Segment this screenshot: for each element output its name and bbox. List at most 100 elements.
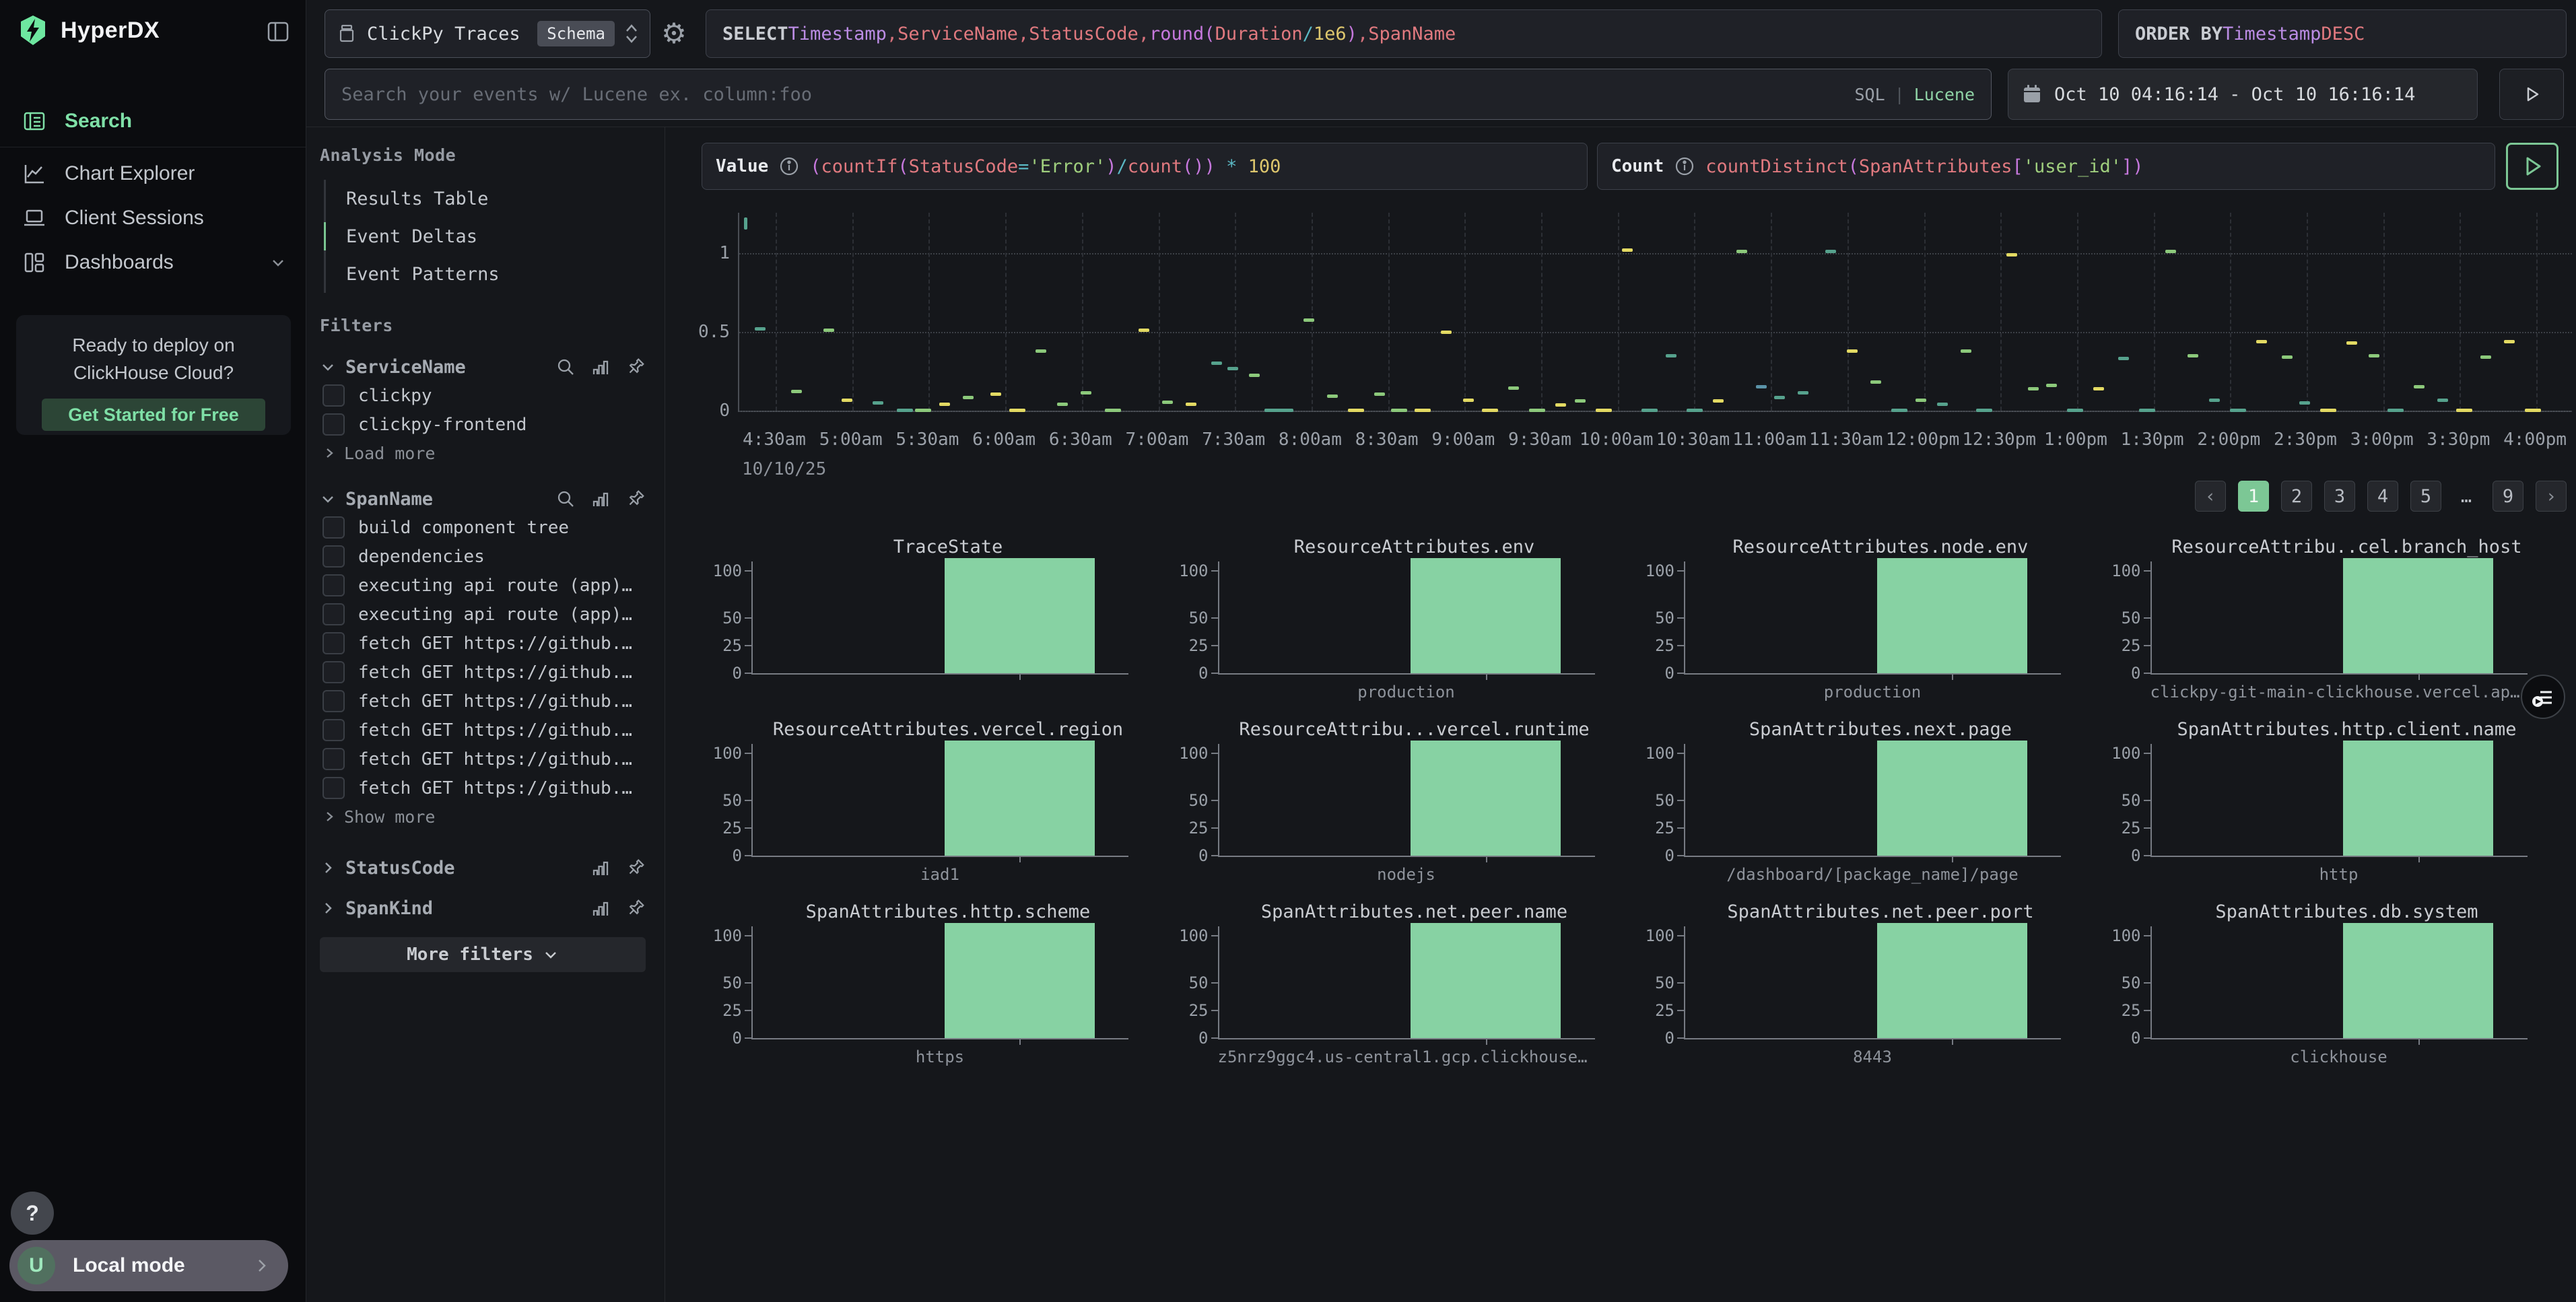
delta-data-point[interactable] <box>1622 248 1633 252</box>
attribute-chart[interactable]: ResourceAttribu...vercel.runtime10050250… <box>1168 716 1634 898</box>
pin-icon[interactable] <box>625 489 646 509</box>
delta-data-point[interactable] <box>2369 354 2379 357</box>
lucene-mode-toggle[interactable]: Lucene <box>1914 85 1975 104</box>
delta-data-point[interactable] <box>1036 349 1046 353</box>
sidebar-collapse-icon[interactable] <box>265 19 291 44</box>
delta-data-point[interactable] <box>1105 409 1121 412</box>
delta-data-point[interactable] <box>1916 399 1926 402</box>
delta-data-point[interactable] <box>2046 384 2057 387</box>
delta-data-point[interactable] <box>990 392 1001 396</box>
attribute-bar[interactable] <box>1411 558 1561 673</box>
delta-data-point[interactable] <box>755 327 766 331</box>
pin-icon[interactable] <box>625 898 646 918</box>
filter-checkbox-row[interactable]: executing api route (app)… <box>320 571 646 600</box>
delta-data-point[interactable] <box>2006 253 2017 256</box>
delta-data-point[interactable] <box>963 396 974 399</box>
delta-data-point[interactable] <box>1529 409 1545 412</box>
checkbox[interactable] <box>323 545 345 568</box>
order-by-input[interactable]: ORDER BY Timestamp DESC <box>2118 9 2567 58</box>
delta-data-point[interactable] <box>1009 409 1025 412</box>
user-menu[interactable]: U Local mode <box>9 1240 288 1291</box>
delta-data-point[interactable] <box>1976 409 1992 412</box>
delta-data-point[interactable] <box>1249 374 1260 377</box>
delta-data-point[interactable] <box>2139 409 2155 412</box>
chart-options-button[interactable] <box>2521 675 2565 719</box>
delta-data-point[interactable] <box>1482 409 1498 412</box>
checkbox[interactable] <box>323 661 345 683</box>
delta-data-point[interactable] <box>823 329 834 332</box>
delta-data-point[interactable] <box>915 409 931 412</box>
checkbox[interactable] <box>323 719 345 741</box>
get-started-button[interactable]: Get Started for Free <box>42 399 265 431</box>
delta-data-point[interactable] <box>1687 409 1703 412</box>
checkbox[interactable] <box>323 413 345 436</box>
more-filters-button[interactable]: More filters <box>320 937 646 972</box>
bar-chart-icon[interactable] <box>590 898 611 918</box>
checkbox[interactable] <box>323 632 345 654</box>
attribute-chart[interactable]: SpanAttributes.db.system10050250clickhou… <box>2101 898 2567 1081</box>
next-page-button[interactable]: › <box>2536 481 2567 512</box>
search-icon[interactable] <box>555 357 576 377</box>
gear-icon[interactable]: ⚙ <box>658 19 689 50</box>
source-select[interactable]: ClickPy Traces Schema <box>325 9 650 58</box>
delta-data-point[interactable] <box>2165 250 2176 253</box>
attribute-bar[interactable] <box>1877 558 2027 673</box>
page-button-1[interactable]: 1 <box>2238 481 2269 512</box>
delta-data-point[interactable] <box>1186 403 1196 406</box>
delta-data-point[interactable] <box>1641 409 1658 412</box>
attribute-bar[interactable] <box>945 558 1095 673</box>
delta-data-point[interactable] <box>1713 399 1724 403</box>
delta-data-point[interactable] <box>2093 387 2104 390</box>
delta-data-point[interactable] <box>2256 340 2267 343</box>
delta-data-point[interactable] <box>1961 349 1971 353</box>
delta-data-point[interactable] <box>1774 396 1785 399</box>
attribute-chart[interactable]: ResourceAttributes.node.env10050250produ… <box>1634 533 2100 716</box>
attribute-bar[interactable] <box>1877 741 2027 856</box>
delta-data-point[interactable] <box>1596 409 1612 412</box>
delta-data-point[interactable] <box>1891 409 1907 412</box>
sidebar-item-chart-explorer[interactable]: Chart Explorer <box>0 152 306 195</box>
delta-data-point[interactable] <box>2414 385 2425 388</box>
delta-data-point[interactable] <box>1139 329 1149 332</box>
attribute-bar[interactable] <box>2343 923 2493 1038</box>
delta-data-point[interactable] <box>1756 385 1767 388</box>
delta-data-point[interactable] <box>744 217 747 230</box>
chevron-right-icon[interactable] <box>320 900 336 916</box>
filter-checkbox-row[interactable]: fetch GET https://github.… <box>320 745 646 774</box>
event-deltas-chart[interactable]: 10.504:30am5:00am5:30am6:00am6:30am7:00a… <box>687 213 2576 489</box>
filter-checkbox-row[interactable]: build component tree <box>320 513 646 542</box>
run-analysis-button[interactable] <box>2506 143 2558 190</box>
filter-checkbox-row[interactable]: fetch GET https://github.… <box>320 658 646 687</box>
pin-icon[interactable] <box>625 858 646 878</box>
delta-data-point[interactable] <box>2504 340 2515 343</box>
delta-data-point[interactable] <box>2118 357 2129 360</box>
count-expression-input[interactable]: Count countDistinct(SpanAttributes['user… <box>1597 143 2495 190</box>
attribute-chart[interactable]: SpanAttributes.next.page10050250/dashboa… <box>1634 716 2100 898</box>
attribute-bar[interactable] <box>1411 741 1561 856</box>
sql-select-input[interactable]: SELECT Timestamp, ServiceName, StatusCod… <box>706 9 2102 58</box>
sidebar-item-search[interactable]: Search <box>0 100 306 143</box>
delta-data-point[interactable] <box>1348 409 1364 412</box>
delta-data-point[interactable] <box>842 399 852 402</box>
delta-data-point[interactable] <box>2299 401 2310 405</box>
checkbox[interactable] <box>323 777 345 799</box>
schema-badge[interactable]: Schema <box>537 21 615 46</box>
delta-data-point[interactable] <box>1057 403 1068 406</box>
attribute-chart[interactable]: ResourceAttributes.env10050250production <box>1168 533 1634 716</box>
delta-data-point[interactable] <box>1937 403 1948 406</box>
delta-data-point[interactable] <box>2067 409 2083 412</box>
delta-data-point[interactable] <box>2188 354 2198 357</box>
delta-data-point[interactable] <box>1508 386 1519 390</box>
analysis-mode-option[interactable]: Results Table <box>326 180 646 217</box>
bar-chart-icon[interactable] <box>590 858 611 878</box>
filter-group-name[interactable]: StatusCode <box>345 858 455 879</box>
analysis-mode-option[interactable]: Event Patterns <box>326 255 646 293</box>
attribute-chart[interactable]: ResourceAttributes.vercel.region10050250… <box>702 716 1167 898</box>
attribute-bar[interactable] <box>1877 923 2027 1038</box>
filter-checkbox-row[interactable]: clickpy <box>320 381 646 410</box>
run-search-button[interactable] <box>2499 69 2564 120</box>
bar-chart-icon[interactable] <box>590 489 611 509</box>
sql-mode-toggle[interactable]: SQL <box>1854 85 1885 104</box>
delta-data-point[interactable] <box>1227 367 1238 370</box>
attribute-chart[interactable]: ResourceAttribu..cel.branch_host10050250… <box>2101 533 2567 716</box>
